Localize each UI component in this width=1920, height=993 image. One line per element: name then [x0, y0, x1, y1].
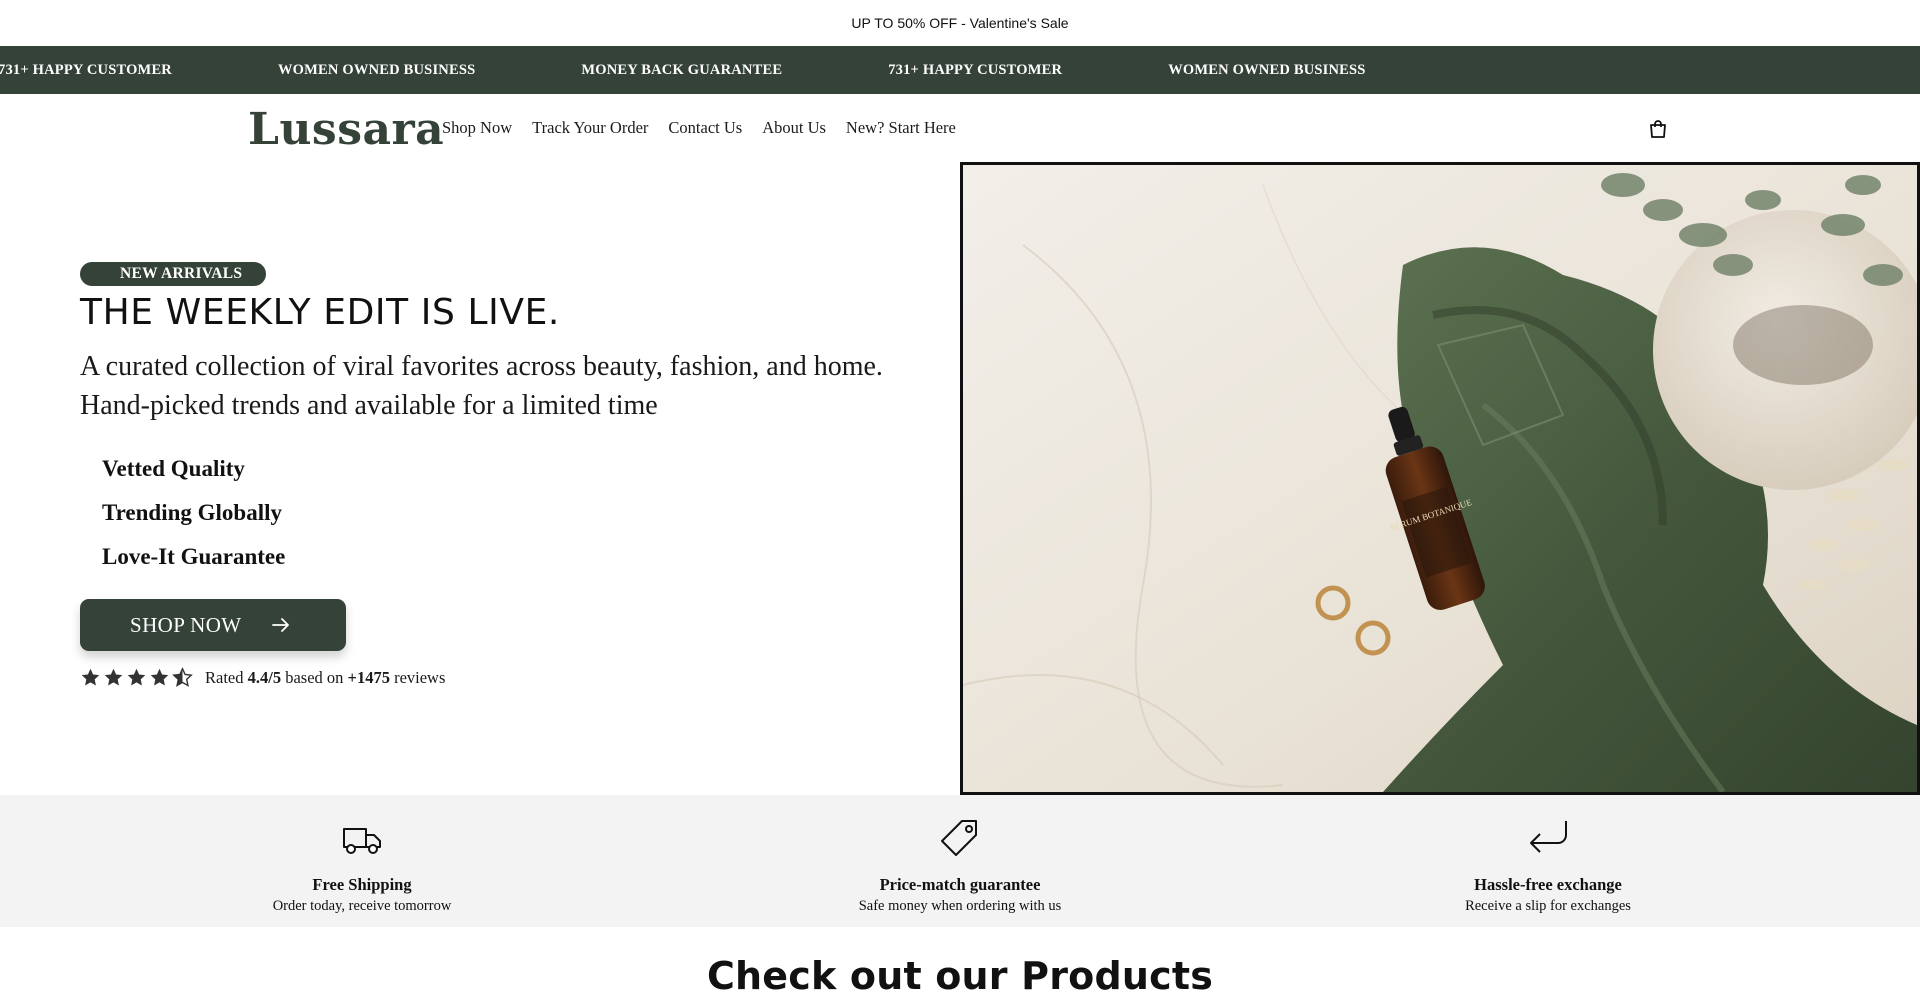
star-full-icon	[127, 668, 146, 686]
site-header: Lussara Shop Now Track Your Order Contac…	[0, 94, 1920, 162]
hero-headline: THE WEEKLY EDIT IS LIVE.	[80, 292, 560, 333]
marquee-item: 731+ HAPPY CUSTOMER	[888, 61, 1063, 78]
nav-shop-now[interactable]: Shop Now	[442, 118, 512, 138]
benefit-price-match: Price-match guarantee Safe money when or…	[810, 817, 1110, 915]
marquee-item: MONEY BACK GUARANTEE	[581, 61, 783, 78]
marquee-item: 731+ HAPPY CUSTOMER	[0, 61, 172, 78]
star-full-icon	[150, 668, 169, 686]
shop-now-button[interactable]: SHOP NOW	[80, 599, 346, 651]
benefit-exchange: Hassle-free exchange Receive a slip for …	[1398, 817, 1698, 915]
star-half-icon	[172, 667, 193, 687]
products-heading: Check out our Products	[706, 954, 1214, 993]
hero-image: SERUM BOTANIQUE	[960, 162, 1920, 795]
trust-marquee: 731+ HAPPY CUSTOMER WOMEN OWNED BUSINESS…	[0, 46, 1920, 94]
benefit-desc: Safe money when ordering with us	[858, 898, 1062, 914]
new-arrivals-badge: NEW ARRIVALS	[80, 262, 267, 286]
announcement-bar: UP TO 50% OFF - Valentine's Sale	[0, 0, 1920, 46]
feature-list: Vetted Quality Trending Globally Love-It…	[102, 447, 940, 579]
announcement-text: UP TO 50% OFF - Valentine's Sale	[851, 15, 1069, 31]
site-logo[interactable]: Lussara	[248, 104, 444, 155]
nav-contact-us[interactable]: Contact Us	[668, 118, 742, 138]
truck-icon	[343, 828, 381, 854]
product-photo: SERUM BOTANIQUE	[963, 165, 1917, 792]
benefit-free-shipping: Free Shipping Order today, receive tomor…	[212, 817, 512, 915]
feature-item: Vetted Quality	[102, 456, 245, 481]
shop-now-label: SHOP NOW	[130, 612, 242, 637]
main-nav: Shop Now Track Your Order Contact Us Abo…	[442, 118, 976, 138]
marquee-item: WOMEN OWNED BUSINESS	[277, 61, 476, 78]
nav-start-here[interactable]: New? Start Here	[846, 118, 956, 138]
arrow-right-icon	[271, 618, 289, 632]
nav-track-order[interactable]: Track Your Order	[532, 118, 648, 138]
marquee-item: WOMEN OWNED BUSINESS	[1168, 61, 1366, 78]
rating-prefix: Rated	[205, 667, 244, 687]
feature-item: Love-It Guarantee	[102, 544, 286, 569]
hero-content: NEW ARRIVALS THE WEEKLY EDIT IS LIVE. A …	[80, 262, 940, 688]
shopping-bag-icon[interactable]	[1647, 118, 1669, 140]
benefits-strip: Free Shipping Order today, receive tomor…	[0, 795, 1920, 927]
star-full-icon	[81, 668, 100, 686]
benefit-desc: Order today, receive tomorrow	[272, 898, 452, 914]
rating-middle: based on	[285, 667, 344, 687]
rating-suffix: reviews	[394, 667, 446, 687]
nav-about-us[interactable]: About Us	[762, 118, 826, 138]
rating-summary: Rated 4.4/5 based on +1475 reviews	[80, 667, 940, 688]
benefit-title: Hassle-free exchange	[1474, 875, 1622, 894]
hero-subhead: A curated collection of viral favorites …	[80, 351, 883, 421]
rating-count: +1475	[347, 667, 390, 687]
tag-icon	[941, 820, 977, 856]
star-rating	[80, 667, 195, 688]
star-full-icon	[104, 668, 123, 686]
feature-item: Trending Globally	[102, 500, 283, 525]
benefit-title: Free Shipping	[312, 875, 412, 894]
rating-score: 4.4/5	[247, 667, 282, 687]
benefit-title: Price-match guarantee	[879, 875, 1041, 894]
benefit-desc: Receive a slip for exchanges	[1465, 898, 1631, 914]
return-arrow-icon	[1530, 821, 1567, 853]
